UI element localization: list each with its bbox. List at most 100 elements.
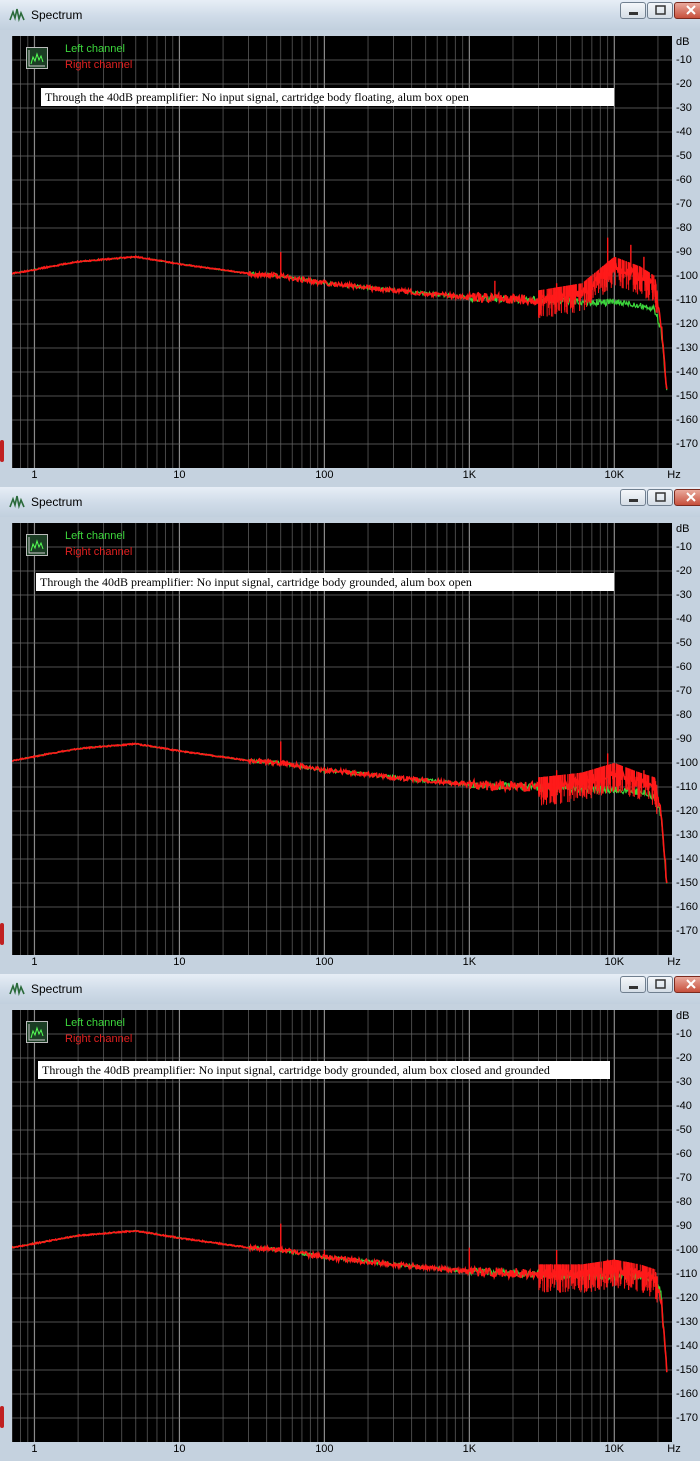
x-tick-label: 100 [315, 1443, 334, 1455]
x-tick-label: 100 [315, 469, 334, 481]
legend-left-channel: Left channel [65, 530, 125, 542]
y-tick-label: -120 [676, 1292, 699, 1304]
x-tick-label: 10K [604, 469, 625, 481]
y-tick-label: -120 [676, 805, 699, 817]
maximize-button[interactable] [647, 2, 673, 19]
y-tick-label: -110 [676, 294, 698, 306]
y-tick-label: -140 [676, 853, 699, 865]
x-tick-label: 1 [31, 1443, 38, 1455]
y-tick-label: -10 [676, 54, 692, 66]
y-tick-label: -60 [676, 1148, 692, 1160]
x-tick-label: 1K [462, 469, 477, 481]
x-tick-label: 10K [604, 956, 625, 968]
minimize-button[interactable] [620, 489, 646, 506]
x-axis-unit: Hz [667, 1443, 681, 1455]
close-button[interactable] [674, 2, 700, 19]
annotation-label: Through the 40dB preamplifier: No input … [38, 1061, 610, 1079]
spectrum-window: Spectrum Left channel Right channel Thro… [0, 0, 700, 487]
frame-edge-mark [0, 923, 4, 945]
window-title: Spectrum [31, 8, 83, 22]
series-left-channel [12, 742, 668, 884]
y-tick-label: -30 [676, 589, 692, 601]
x-tick-label: 1K [462, 956, 477, 968]
y-tick-label: -150 [676, 1364, 699, 1376]
close-icon [686, 492, 696, 502]
y-tick-label: -50 [676, 637, 692, 649]
y-tick-label: -40 [676, 1100, 692, 1112]
close-button[interactable] [674, 976, 700, 993]
spectrum-window: Spectrum Left channel Right channel Thro… [0, 487, 700, 974]
y-tick-label: -150 [676, 877, 699, 889]
y-tick-label: -130 [676, 342, 699, 354]
y-axis-unit: dB [676, 1010, 690, 1022]
title-bar[interactable]: Spectrum [0, 487, 700, 517]
title-bar[interactable]: Spectrum [0, 0, 700, 30]
annotation-label: Through the 40dB preamplifier: No input … [36, 573, 614, 591]
minimize-icon [629, 12, 638, 15]
y-tick-label: -30 [676, 1076, 692, 1088]
spectrum-app-icon [9, 982, 25, 997]
y-tick-label: -90 [676, 1220, 692, 1232]
legend-left-channel: Left channel [65, 43, 125, 55]
legend-chart-icon[interactable] [26, 534, 48, 556]
legend-right-channel: Right channel [65, 546, 133, 558]
legend-chart-icon[interactable] [26, 47, 48, 69]
y-tick-label: -20 [676, 565, 692, 577]
minimize-button[interactable] [620, 976, 646, 993]
spectrum-plot[interactable]: Left channel Right channel Through the 4… [12, 1010, 672, 1442]
frame-edge-mark [0, 440, 4, 462]
y-tick-label: -30 [676, 102, 692, 114]
y-tick-label: -120 [676, 318, 699, 330]
legend-chart-icon[interactable] [26, 1021, 48, 1043]
maximize-button[interactable] [647, 489, 673, 506]
y-tick-label: -50 [676, 1124, 692, 1136]
series-left-channel [12, 255, 668, 391]
y-tick-label: -170 [676, 1412, 699, 1424]
x-tick-label: 10 [173, 1443, 186, 1455]
x-tick-label: 1K [462, 1443, 477, 1455]
y-tick-label: -170 [676, 438, 699, 450]
y-tick-label: -70 [676, 685, 692, 697]
y-tick-label: -150 [676, 390, 699, 402]
spectrum-app-icon [9, 8, 25, 23]
y-tick-label: -160 [676, 901, 699, 913]
spectrum-app-icon [9, 495, 25, 510]
x-axis-unit: Hz [667, 469, 681, 481]
legend-right-channel: Right channel [65, 1033, 133, 1045]
annotation-label: Through the 40dB preamplifier: No input … [41, 88, 614, 106]
close-button[interactable] [674, 489, 700, 506]
y-tick-label: -100 [676, 757, 699, 769]
x-tick-label: 10K [604, 1443, 625, 1455]
y-tick-label: -70 [676, 1172, 692, 1184]
spectrum-plot[interactable]: Left channel Right channel Through the 4… [12, 523, 672, 955]
title-bar[interactable]: Spectrum [0, 974, 700, 1004]
maximize-button[interactable] [647, 976, 673, 993]
y-tick-label: -80 [676, 1196, 692, 1208]
y-tick-label: -160 [676, 414, 699, 426]
y-tick-label: -80 [676, 222, 692, 234]
y-tick-label: -20 [676, 1052, 692, 1064]
x-tick-label: 100 [315, 956, 334, 968]
y-tick-label: -80 [676, 709, 692, 721]
maximize-icon [655, 5, 666, 15]
minimize-button[interactable] [620, 2, 646, 19]
legend-left-channel: Left channel [65, 1017, 125, 1029]
series-left-channel [12, 1229, 668, 1373]
x-tick-label: 10 [173, 469, 186, 481]
y-tick-label: -140 [676, 366, 699, 378]
close-icon [686, 5, 696, 15]
minimize-icon [629, 499, 638, 502]
x-tick-label: 10 [173, 956, 186, 968]
x-tick-label: 1 [31, 956, 38, 968]
minimize-icon [629, 986, 638, 989]
y-tick-label: -130 [676, 1316, 699, 1328]
y-tick-label: -100 [676, 1244, 699, 1256]
y-tick-label: -50 [676, 150, 692, 162]
y-tick-label: -60 [676, 174, 692, 186]
y-tick-label: -60 [676, 661, 692, 673]
y-tick-label: -130 [676, 829, 699, 841]
spectrum-window: Spectrum Left channel Right channel Thro… [0, 974, 700, 1461]
window-title: Spectrum [31, 982, 83, 996]
legend-right-channel: Right channel [65, 59, 133, 71]
spectrum-plot[interactable]: Left channel Right channel Through the 4… [12, 36, 672, 468]
